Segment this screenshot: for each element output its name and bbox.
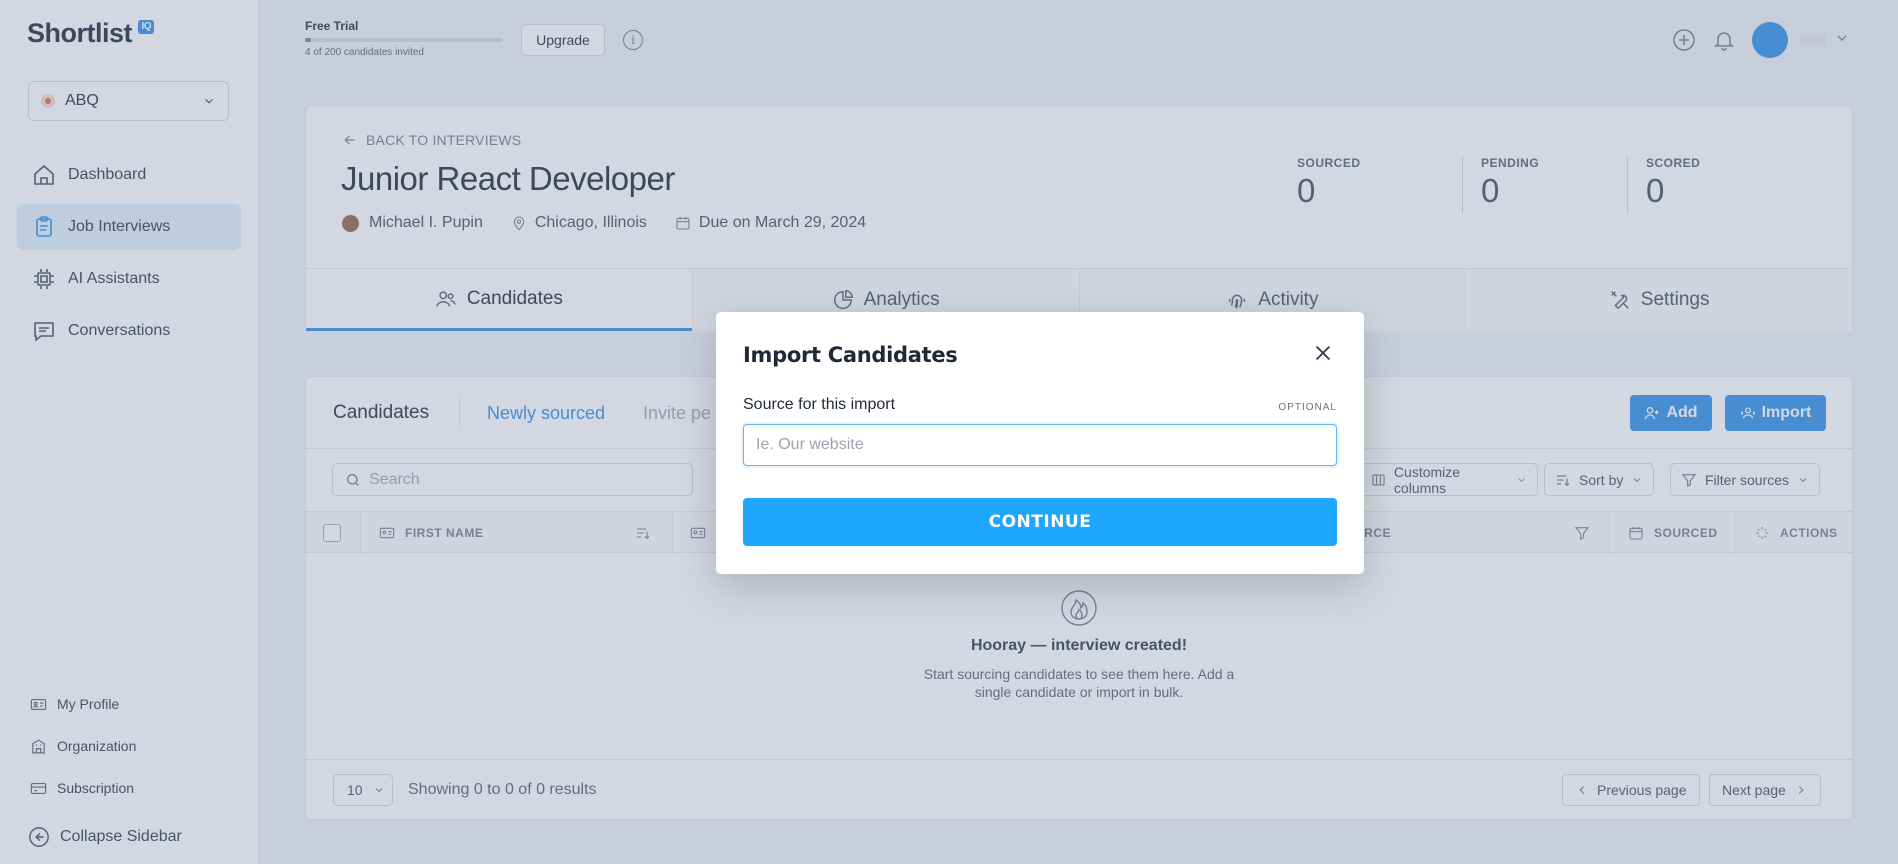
source-field-label: Source for this import — [743, 396, 896, 413]
close-button[interactable] — [1312, 342, 1334, 364]
import-candidates-modal: Import Candidates Source for this import… — [716, 312, 1364, 574]
close-icon — [1315, 345, 1331, 361]
continue-button[interactable]: CONTINUE — [743, 498, 1337, 546]
optional-badge: OPTIONAL — [1278, 402, 1337, 413]
modal-title: Import Candidates — [743, 343, 958, 367]
import-source-input[interactable] — [743, 424, 1337, 466]
